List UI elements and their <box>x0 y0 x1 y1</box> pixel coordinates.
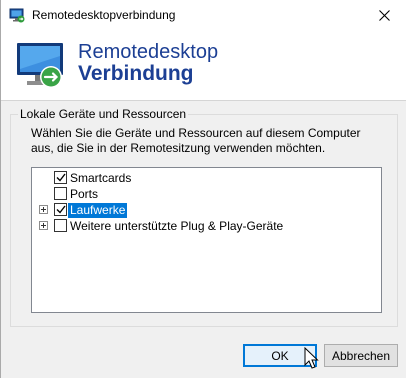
cancel-button[interactable]: Abbrechen <box>324 344 398 367</box>
list-item[interactable]: Ports <box>32 186 381 202</box>
item-label: Smartcards <box>70 171 132 185</box>
remote-desktop-icon <box>17 43 63 88</box>
close-button[interactable] <box>361 0 406 31</box>
list-item[interactable]: Weitere unterstützte Plug & Play-Geräte <box>32 218 381 234</box>
drives-checkbox[interactable] <box>54 203 67 216</box>
item-label-selected: Laufwerke <box>68 203 128 218</box>
dialog-window: Remotedesktopverbindung Remotedesktop Ve… <box>0 0 406 378</box>
banner-title-line2: Verbindung <box>78 62 194 85</box>
device-tree-list[interactable]: Smartcards Ports Laufwerke Weitere unter… <box>31 167 382 313</box>
window-title: Remotedesktopverbindung <box>32 8 176 22</box>
banner-separator <box>1 100 406 101</box>
list-item[interactable]: Laufwerke <box>32 202 381 218</box>
groupbox-legend: Lokale Geräte und Ressourcen <box>18 107 189 121</box>
header-banner: Remotedesktop Verbindung <box>1 31 406 100</box>
mouse-cursor-icon <box>304 347 319 369</box>
remote-desktop-app-icon <box>9 8 25 23</box>
title-bar[interactable]: Remotedesktopverbindung <box>1 0 406 31</box>
expand-button[interactable] <box>39 221 48 230</box>
groupbox-description: Wählen Sie die Geräte und Ressourcen auf… <box>31 126 361 155</box>
checkmark-icon <box>56 205 66 214</box>
plus-icon <box>39 221 48 230</box>
list-item[interactable]: Smartcards <box>32 170 381 186</box>
plus-icon <box>39 205 48 214</box>
checkmark-icon <box>56 173 66 182</box>
item-label: Ports <box>70 187 99 201</box>
ports-checkbox[interactable] <box>54 187 67 200</box>
pnp-devices-checkbox[interactable] <box>54 219 67 232</box>
close-icon <box>378 10 390 21</box>
smartcards-checkbox[interactable] <box>54 171 67 184</box>
item-label: Weitere unterstützte Plug & Play-Geräte <box>70 219 284 233</box>
expand-button[interactable] <box>39 205 48 214</box>
banner-title-line1: Remotedesktop <box>78 41 219 63</box>
